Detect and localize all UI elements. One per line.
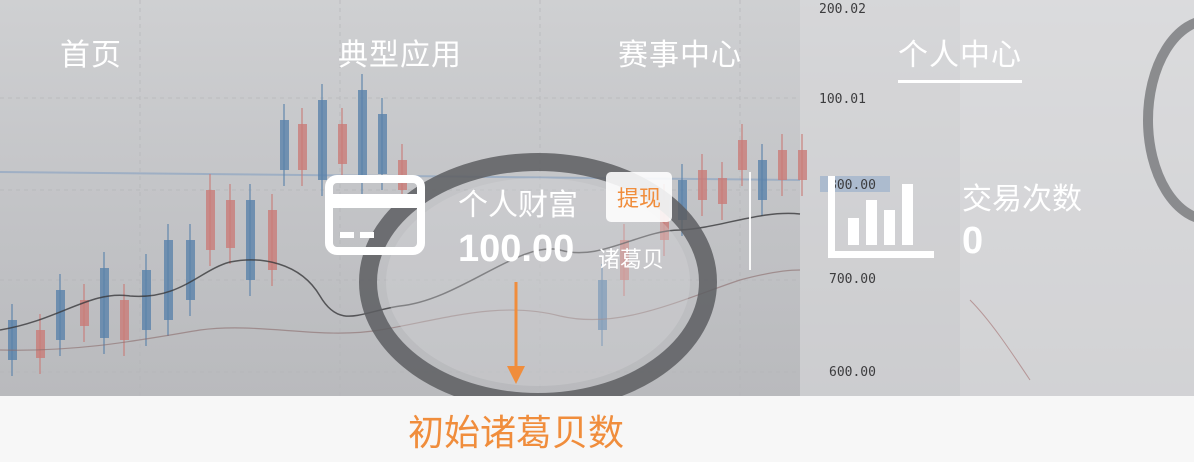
axis-label: 200.02 [819,2,866,17]
bar-chart-icon [828,176,934,258]
hero-banner: 200.02 100.01 800.00 700.00 600.00 首页 典型… [0,0,1194,396]
nav-competition-center[interactable]: 赛事中心 [618,30,742,74]
withdraw-button[interactable]: 提现 [606,172,672,222]
wallet-card-icon [325,175,425,255]
wealth-amount: 100.00 [458,228,575,270]
nav-typical-apps[interactable]: 典型应用 [338,30,462,74]
trades-title: 交易次数 [962,182,1082,217]
axis-label: 700.00 [829,272,876,287]
stats-divider [749,172,751,270]
annotation-arrow-icon [507,282,525,384]
wealth-title: 个人财富 [458,188,578,223]
wealth-unit: 诸葛贝 [598,248,665,273]
axis-label: 100.01 [819,92,866,107]
trades-count: 0 [962,220,984,262]
nav-home[interactable]: 首页 [60,30,122,74]
initial-coins-annotation: 初始诸葛贝数 [408,413,625,454]
nav-personal-center[interactable]: 个人中心 [898,30,1022,83]
axis-label: 600.00 [829,365,876,380]
